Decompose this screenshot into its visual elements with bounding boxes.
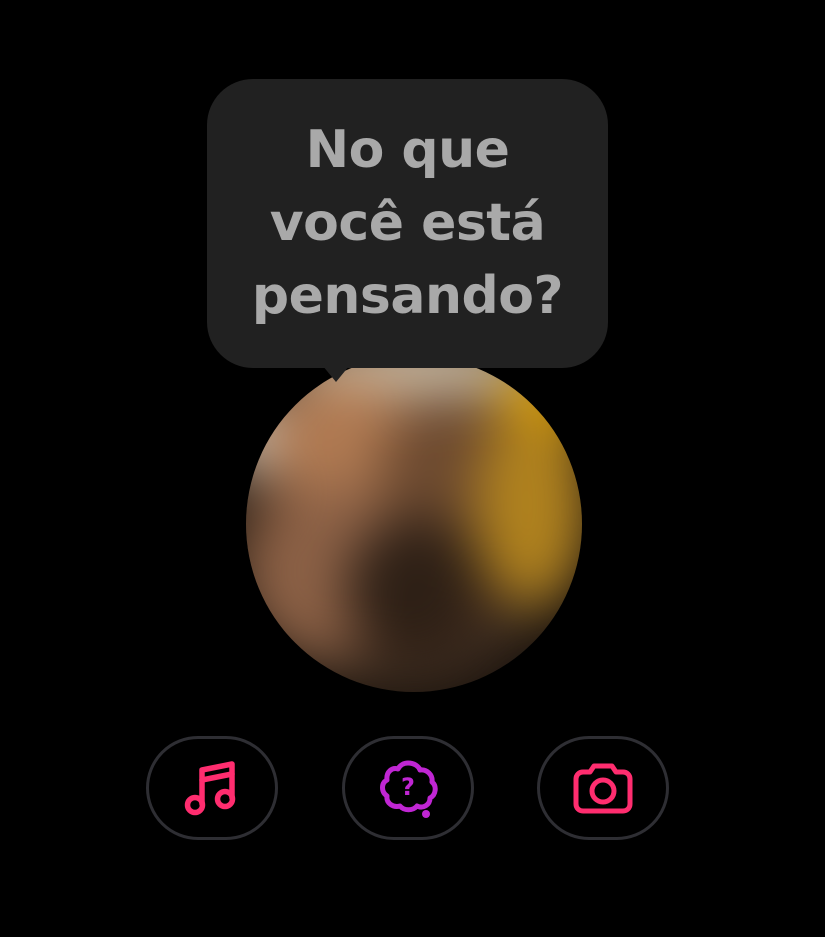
bubble-tail <box>318 360 354 382</box>
note-composer-screen: No que você está pensando? ? <box>0 0 825 937</box>
note-prompt-text: No que você está pensando? <box>251 120 564 326</box>
note-actions-row: ? <box>146 736 670 842</box>
music-note-icon <box>184 761 236 816</box>
add-music-button[interactable] <box>146 736 278 840</box>
profile-avatar[interactable] <box>228 338 600 710</box>
add-photo-button[interactable] <box>537 736 669 840</box>
note-prompt-bubble[interactable]: No que você está pensando? <box>207 79 608 368</box>
svg-text:?: ? <box>401 773 415 801</box>
ask-question-button[interactable]: ? <box>342 736 474 840</box>
question-bubble-icon: ? <box>380 760 438 818</box>
avatar-photo-blurred <box>246 356 582 692</box>
camera-icon <box>573 763 633 814</box>
